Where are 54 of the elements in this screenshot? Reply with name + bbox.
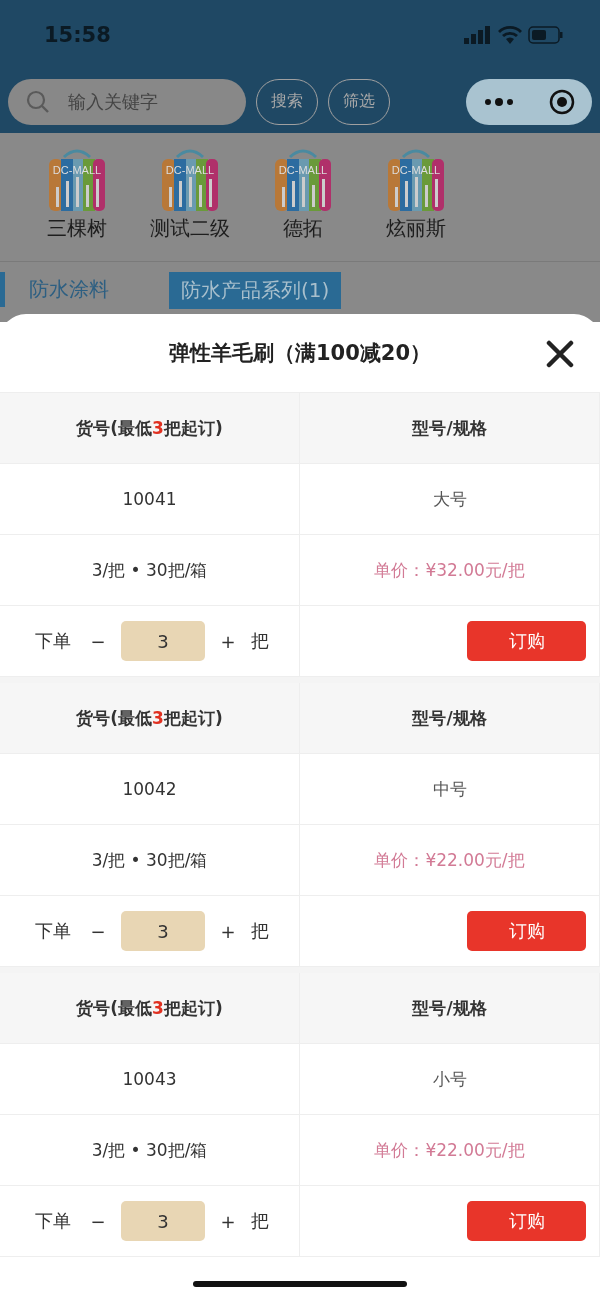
quantity-field[interactable]: 3 xyxy=(121,1201,205,1241)
item-code: 10042 xyxy=(122,779,177,799)
item-code: 10043 xyxy=(122,1069,177,1089)
minus-button[interactable]: − xyxy=(87,1210,109,1232)
brand-logo: DC-MALL xyxy=(157,147,223,213)
order-label: 下单 xyxy=(35,1209,71,1233)
pack-info: 3/把 • 30把/箱 xyxy=(91,848,208,872)
column-header: 货号(最低3把起订) xyxy=(76,706,223,730)
subcategory-tab[interactable]: 防水产品系列(1) xyxy=(169,272,342,309)
unit-label: 把 xyxy=(251,629,269,653)
item-size: 大号 xyxy=(432,487,467,511)
column-header: 型号/规格 xyxy=(412,416,487,440)
status-time: 15:58 xyxy=(44,23,111,47)
unit-price: 单价：¥22.00元/把 xyxy=(374,1138,525,1162)
quantity-field[interactable]: 3 xyxy=(121,911,205,951)
unit-price: 单价：¥32.00元/把 xyxy=(374,558,525,582)
brand-name[interactable]: 炫丽斯 xyxy=(386,215,446,242)
unit-label: 把 xyxy=(251,1209,269,1233)
plus-button[interactable]: + xyxy=(217,1210,239,1232)
pack-info: 3/把 • 30把/箱 xyxy=(91,1138,208,1162)
column-header: 型号/规格 xyxy=(412,996,487,1020)
item-code: 10041 xyxy=(122,489,177,509)
minus-button[interactable]: − xyxy=(87,920,109,942)
battery-icon xyxy=(528,26,564,44)
brand-logo: DC-MALL xyxy=(383,147,449,213)
column-header: 货号(最低3把起订) xyxy=(76,416,223,440)
item-size: 小号 xyxy=(432,1067,467,1091)
sheet-title: 弹性羊毛刷（满100减20） xyxy=(168,340,432,367)
column-header: 货号(最低3把起订) xyxy=(76,996,223,1020)
buy-button[interactable]: 订购 xyxy=(467,621,586,661)
order-label: 下单 xyxy=(35,629,71,653)
unit-price: 单价：¥22.00元/把 xyxy=(374,848,525,872)
brand-logo: DC-MALL xyxy=(44,147,110,213)
column-header: 型号/规格 xyxy=(412,706,487,730)
order-label: 下单 xyxy=(35,919,71,943)
minus-button[interactable]: − xyxy=(87,630,109,652)
item-size: 中号 xyxy=(432,777,467,801)
wifi-icon xyxy=(498,26,522,44)
unit-label: 把 xyxy=(251,919,269,943)
signal-icon xyxy=(464,26,492,44)
plus-button[interactable]: + xyxy=(217,920,239,942)
more-icon[interactable] xyxy=(483,96,514,107)
plus-button[interactable]: + xyxy=(217,630,239,652)
brand-name[interactable]: 测试二级 xyxy=(150,215,230,242)
brand-logo: DC-MALL xyxy=(270,147,336,213)
brand-name[interactable]: 三棵树 xyxy=(47,215,107,242)
close-icon[interactable] xyxy=(546,340,574,368)
target-icon[interactable] xyxy=(548,88,575,115)
brand-name[interactable]: 德拓 xyxy=(283,215,323,242)
pack-info: 3/把 • 30把/箱 xyxy=(91,558,208,582)
buy-button[interactable]: 订购 xyxy=(467,1201,586,1241)
search-field[interactable]: 输入关键字 xyxy=(8,78,246,125)
buy-button[interactable]: 订购 xyxy=(467,911,586,951)
quantity-field[interactable]: 3 xyxy=(121,621,205,661)
